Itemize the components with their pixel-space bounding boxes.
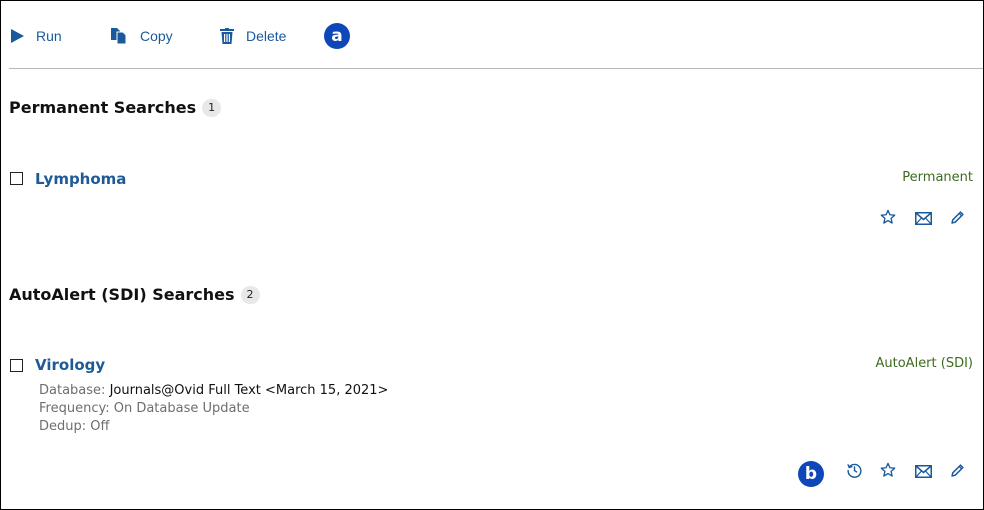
history-button[interactable] [844,462,864,482]
count-badge: 2 [240,285,260,304]
run-label: Run [36,28,62,44]
delete-button[interactable]: Delete [220,26,286,46]
search-link-lymphoma[interactable]: Lymphoma [35,170,126,188]
envelope-icon [914,463,932,482]
autoalert-searches-heading: AutoAlert (SDI) Searches 2 [9,285,260,304]
dedup-detail: Dedup: Off [39,419,110,434]
permanent-searches-heading: Permanent Searches 1 [9,98,222,117]
star-icon [880,209,896,229]
copy-button[interactable]: Copy [110,26,173,46]
history-icon [846,462,863,483]
database-value: Journals@Ovid Full Text <March 15, 2021> [109,383,389,398]
envelope-icon [914,210,932,229]
callout-badge-b: b [798,461,824,487]
select-checkbox-lymphoma[interactable] [10,172,23,185]
favorite-button[interactable] [878,209,898,229]
toolbar: Run Copy Delete a [1,1,983,69]
star-icon [880,462,896,482]
search-type-label: AutoAlert (SDI) [875,356,974,371]
callout-badge-a: a [324,23,350,49]
email-button[interactable] [913,209,933,229]
select-checkbox-virology[interactable] [10,359,23,372]
search-link-virology[interactable]: Virology [35,356,105,374]
database-detail: Database: Journals@Ovid Full Text <March… [39,382,388,400]
trash-icon [220,28,234,44]
search-type-label: Permanent [902,170,973,185]
favorite-button[interactable] [878,462,898,482]
pencil-icon [950,463,965,482]
toolbar-divider [9,68,983,69]
count-badge: 1 [202,98,222,117]
section-title: Permanent Searches [9,98,197,117]
database-label: Database: [39,383,106,398]
copy-label: Copy [140,28,173,44]
section-title: AutoAlert (SDI) Searches [9,285,235,304]
frequency-detail: Frequency: On Database Update [39,401,250,416]
copy-icon [110,27,128,45]
email-button[interactable] [913,462,933,482]
play-icon [10,29,24,43]
saved-searches-panel: Run Copy Delete a Permanent Searches 1 L… [0,0,984,510]
run-button[interactable]: Run [10,26,62,46]
pencil-icon [950,210,965,229]
delete-label: Delete [246,28,287,44]
edit-button[interactable] [947,209,967,229]
edit-button[interactable] [947,462,967,482]
